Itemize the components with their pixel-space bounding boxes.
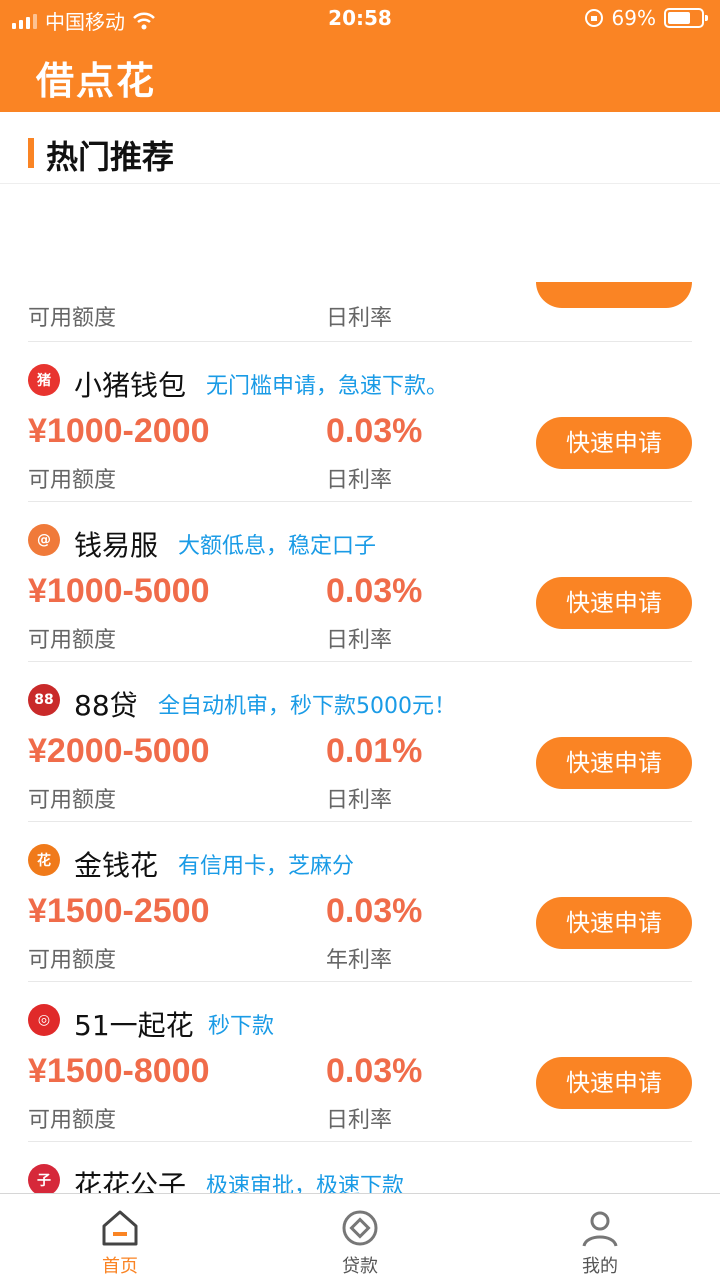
section-header: 热门推荐 bbox=[0, 112, 720, 184]
battery-percent: 69% bbox=[611, 6, 656, 30]
app-title: 借点花 bbox=[36, 59, 157, 103]
amount-label: 可用额度 bbox=[28, 948, 117, 973]
amount-label: 可用额度 bbox=[28, 1108, 117, 1133]
apply-button[interactable] bbox=[536, 282, 692, 308]
loan-name: 花花公子 bbox=[74, 1169, 187, 1193]
loan-logo-icon: 子 bbox=[28, 1164, 60, 1193]
rate-label: 年利率 bbox=[326, 948, 393, 973]
loan-logo-icon: ◎ bbox=[28, 1004, 60, 1036]
tab-mine-label: 我的 bbox=[582, 1256, 618, 1277]
loan-list-viewport[interactable]: 可用额度 日利率 猪 小猪钱包 无门槛申请，急速下款。 ¥1000-2000 0… bbox=[0, 112, 720, 1193]
loan-logo-icon: 猪 bbox=[28, 364, 60, 396]
apply-button[interactable]: 快速申请 bbox=[536, 417, 692, 469]
loan-item[interactable]: ◎ 51一起花 秒下款 ¥1500-8000 0.03% 可用额度 日利率 快速… bbox=[28, 982, 692, 1142]
loan-slogan: 大额低息，稳定口子 bbox=[178, 534, 377, 559]
tab-loan[interactable]: 贷款 bbox=[240, 1194, 480, 1280]
loan-amount: ¥1000-5000 bbox=[28, 572, 210, 610]
rate-label: 日利率 bbox=[326, 1108, 393, 1133]
loan-name: 金钱花 bbox=[74, 849, 159, 882]
loan-list: 猪 小猪钱包 无门槛申请，急速下款。 ¥1000-2000 0.03% 可用额度… bbox=[0, 342, 720, 1193]
loan-slogan: 极速审批，极速下款 bbox=[206, 1174, 405, 1193]
loan-icon bbox=[342, 1210, 378, 1246]
rate-label: 日利率 bbox=[326, 628, 393, 653]
loan-slogan: 有信用卡，芝麻分 bbox=[178, 854, 355, 879]
loan-rate: 0.03% bbox=[326, 572, 423, 610]
tab-mine[interactable]: 我的 bbox=[480, 1194, 720, 1280]
loan-name: 88贷 bbox=[74, 689, 138, 722]
loan-slogan: 无门槛申请，急速下款。 bbox=[206, 374, 449, 399]
rate-label: 日利率 bbox=[326, 306, 393, 331]
loan-amount: ¥1500-8000 bbox=[28, 1052, 210, 1090]
section-accent-bar bbox=[28, 138, 34, 168]
apply-button[interactable]: 快速申请 bbox=[536, 897, 692, 949]
tab-home[interactable]: 首页 bbox=[0, 1194, 240, 1280]
loan-rate: 0.03% bbox=[326, 412, 423, 450]
rate-label: 日利率 bbox=[326, 788, 393, 813]
loan-amount: ¥1500-2500 bbox=[28, 892, 210, 930]
battery-icon bbox=[664, 8, 708, 28]
loan-item[interactable]: @ 钱易服 大额低息，稳定口子 ¥1000-5000 0.03% 可用额度 日利… bbox=[28, 502, 692, 662]
loan-name: 51一起花 bbox=[74, 1009, 194, 1042]
section-title: 热门推荐 bbox=[46, 138, 175, 176]
tab-loan-label: 贷款 bbox=[342, 1256, 378, 1277]
loan-name: 小猪钱包 bbox=[74, 369, 187, 402]
rate-label: 日利率 bbox=[326, 468, 393, 493]
profile-icon bbox=[582, 1211, 618, 1247]
loan-item[interactable]: 猪 小猪钱包 无门槛申请，急速下款。 ¥1000-2000 0.03% 可用额度… bbox=[28, 342, 692, 502]
loan-item[interactable]: 子 花花公子 极速审批，极速下款 ¥1000-5000 0.03% 可用额度 日… bbox=[28, 1142, 692, 1193]
loan-logo-icon: 88 bbox=[28, 684, 60, 716]
app-header: 中国移动 20:58 69% 借点花 bbox=[0, 0, 720, 112]
amount-label: 可用额度 bbox=[28, 468, 117, 493]
loan-rate: 0.01% bbox=[326, 732, 423, 770]
loan-item[interactable]: 花 金钱花 有信用卡，芝麻分 ¥1500-2500 0.03% 可用额度 年利率… bbox=[28, 822, 692, 982]
bottom-tab-bar: 首页 贷款 我的 bbox=[0, 1193, 720, 1280]
amount-label: 可用额度 bbox=[28, 788, 117, 813]
loan-slogan: 全自动机审，秒下款5000元！ bbox=[158, 694, 456, 719]
loan-name: 钱易服 bbox=[74, 529, 159, 562]
loan-amount: ¥2000-5000 bbox=[28, 732, 210, 770]
loan-rate: 0.03% bbox=[326, 1052, 423, 1090]
apply-button[interactable]: 快速申请 bbox=[536, 577, 692, 629]
tab-home-label: 首页 bbox=[102, 1256, 138, 1277]
amount-label: 可用额度 bbox=[28, 306, 117, 331]
apply-button[interactable]: 快速申请 bbox=[536, 1057, 692, 1109]
loan-item[interactable]: 88 88贷 全自动机审，秒下款5000元！ ¥2000-5000 0.01% … bbox=[28, 662, 692, 822]
loan-amount: ¥1000-2000 bbox=[28, 412, 210, 450]
loan-rate: 0.03% bbox=[326, 892, 423, 930]
home-icon bbox=[102, 1210, 138, 1246]
rotation-lock-icon bbox=[584, 9, 603, 27]
loan-logo-icon: @ bbox=[28, 524, 60, 556]
status-bar: 中国移动 20:58 69% bbox=[0, 0, 720, 40]
loan-slogan: 秒下款 bbox=[208, 1014, 275, 1039]
apply-button[interactable]: 快速申请 bbox=[536, 737, 692, 789]
amount-label: 可用额度 bbox=[28, 628, 117, 653]
loan-logo-icon: 花 bbox=[28, 844, 60, 876]
